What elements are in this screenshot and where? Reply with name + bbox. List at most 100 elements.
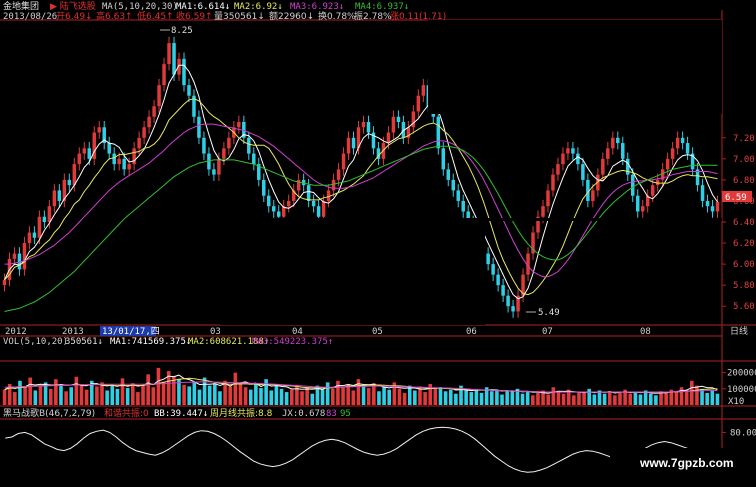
ma1-value: MA1:6.614↓ [176, 2, 230, 12]
candle-body [127, 164, 131, 170]
candle-body [167, 43, 171, 65]
close-value: 收6.59↑ [176, 10, 213, 22]
candle-body [182, 58, 186, 86]
volume-bar [254, 384, 258, 405]
candle-body [331, 179, 336, 191]
volume-unit-label: X10 [728, 397, 744, 407]
candle-body [665, 158, 670, 170]
candle-body [571, 148, 575, 154]
ma4-value: MA4:6.937↓ [355, 2, 409, 12]
volume-bar [305, 387, 309, 405]
volume-bar [592, 394, 597, 405]
volume-bar [141, 384, 145, 405]
candle-body [227, 137, 231, 149]
volume-bar [330, 388, 335, 405]
candle-body [506, 295, 510, 307]
price-tick-label: 6.20 [733, 239, 755, 249]
candle-body [576, 153, 580, 165]
stock-name[interactable]: 金地集团 [3, 0, 39, 12]
indicator-panel [5, 426, 717, 473]
volume-bar [248, 389, 253, 405]
volume-bar [259, 388, 263, 405]
volume-bar [597, 390, 602, 405]
volume-bar [136, 392, 140, 405]
candle-body [351, 137, 356, 149]
kline-chart-canvas[interactable]: 7.207.006.806.606.406.206.005.805.602000… [0, 0, 756, 487]
candle-body [705, 200, 710, 207]
candle-body [97, 127, 101, 133]
volume-bar [279, 388, 284, 405]
axis-labels: 7.207.006.806.606.406.206.005.805.602000… [722, 134, 756, 438]
volume-bar [448, 389, 453, 405]
ind-title: 黑马战歌B(46,7,2,79) [3, 407, 95, 419]
time-label-03: 03 [210, 327, 221, 337]
volume-tick-label: 100000 [727, 385, 756, 395]
volume-bar [74, 376, 79, 405]
period-label[interactable]: 日线 [730, 325, 748, 337]
concept-label[interactable]: ▶ 陆飞选股 [50, 0, 96, 12]
ind-signal: 和谐共振:0 [104, 407, 149, 419]
volume-bar [500, 394, 504, 405]
candle-body [715, 202, 720, 212]
volume-bar [238, 382, 243, 405]
volume-tick-label: 200000 [727, 369, 756, 379]
candle-body [197, 116, 201, 138]
volume-bar [341, 386, 345, 405]
volume-bar [377, 391, 381, 405]
candle-body [311, 200, 316, 207]
candle-body [461, 200, 465, 212]
volume-bar [689, 380, 694, 405]
bar-date: 2013/08/26 [3, 12, 57, 22]
candle-body [237, 122, 241, 128]
volume-bar [674, 392, 679, 405]
candle-body [142, 127, 146, 138]
candle-body [635, 195, 640, 212]
volume-bar [705, 392, 709, 405]
volume-bar [79, 384, 84, 405]
candle-body [680, 137, 685, 144]
candle-body [32, 232, 37, 238]
volume-bar [654, 395, 658, 405]
volume-bar [525, 391, 530, 405]
volume-bar [520, 393, 525, 405]
volume-bar [546, 394, 550, 405]
time-label-2013: 2013 [62, 327, 84, 337]
candle-body [157, 85, 161, 107]
ind-bb: BB:39.447↓ [154, 409, 208, 419]
candle-body [551, 174, 555, 191]
volume-bar [366, 388, 371, 405]
volume-bar [407, 385, 412, 405]
volume-bar [356, 379, 361, 405]
candle-body [626, 158, 630, 175]
header-row-2: 2013/08/26 开6.49↓ 高6.63↑ 低6.45↑ 收6.59↑ 量… [3, 10, 446, 22]
candle-body [361, 122, 366, 128]
vol-ma1: MA1:741569.375↓ [110, 337, 191, 347]
ma-title: MA(5,10,20,30) [102, 2, 178, 12]
candle-body [316, 206, 321, 217]
volume-bar [454, 393, 458, 405]
volume-bar [33, 390, 38, 405]
volume-bar [423, 392, 427, 405]
volume-bar [2, 389, 7, 405]
volume-value: 量350561↓ [214, 11, 265, 22]
low-value: 低6.45↑ [137, 10, 174, 22]
volume-bar [38, 385, 43, 405]
volume-bar [264, 379, 268, 405]
ma3-value: MA3:6.923↓ [290, 2, 344, 12]
volume-bar [300, 391, 304, 405]
volume-bar [715, 393, 720, 405]
ind-n2: 95 [340, 409, 351, 419]
candle-body [675, 137, 680, 149]
volume-bar [638, 394, 643, 405]
price-tick-label: 6.40 [733, 218, 755, 228]
candle-body [87, 148, 92, 159]
candle-body [366, 122, 371, 133]
candle-body [112, 153, 116, 165]
time-label-04: 04 [292, 327, 303, 337]
time-label-08: 08 [640, 327, 651, 337]
volume-bar [510, 392, 515, 405]
volume-bar [695, 385, 699, 405]
candle-body [117, 158, 121, 165]
candle-body [321, 200, 326, 217]
candle-body [107, 143, 111, 154]
